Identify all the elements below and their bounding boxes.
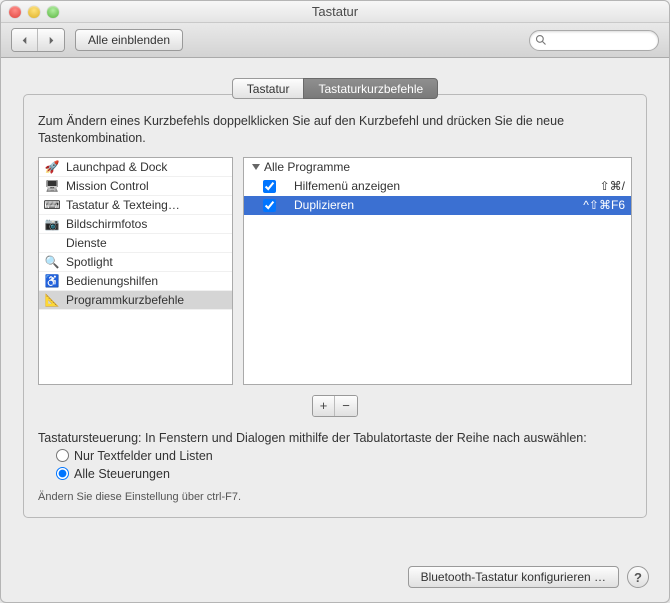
radio-text-only[interactable]: Nur Textfelder und Listen [56, 449, 632, 463]
category-row[interactable]: 📷 Bildschirmfotos [39, 215, 232, 234]
show-all-button[interactable]: Alle einblenden [75, 29, 183, 51]
category-icon [44, 235, 60, 251]
help-button[interactable]: ? [627, 566, 649, 588]
category-row[interactable]: 🚀 Launchpad & Dock [39, 158, 232, 177]
shortcut-keys: ⇧⌘/ [600, 179, 625, 193]
titlebar: Tastatur [1, 1, 669, 23]
search-input[interactable] [529, 30, 659, 51]
category-label: Bedienungshilfen [66, 274, 227, 288]
category-list[interactable]: 🚀 Launchpad & Dock 🖥 Mission Control ⌨ Tastat… [38, 157, 233, 385]
radio-all-input[interactable] [56, 467, 69, 480]
prefs-window: Tastatur Alle einblenden Tastatur [0, 0, 670, 603]
toolbar: Alle einblenden [1, 23, 669, 58]
category-row[interactable]: ⌨ Tastatur & Texteing… [39, 196, 232, 215]
category-label: Mission Control [66, 179, 227, 193]
shortcut-keys: ^⇧⌘F6 [583, 198, 625, 212]
category-icon: ⌨ [44, 197, 60, 213]
search-wrap [529, 30, 659, 51]
category-label: Programmkurzbefehle [66, 293, 227, 307]
category-icon: ♿ [44, 273, 60, 289]
category-label: Tastatur & Texteing… [66, 198, 227, 212]
forward-button[interactable] [38, 29, 64, 51]
shortcut-group-label: Alle Programme [264, 160, 350, 174]
shortcut-row[interactable]: Duplizieren ^⇧⌘F6 [244, 196, 631, 215]
category-label: Dienste [66, 236, 227, 250]
shortcut-checkbox[interactable] [263, 180, 276, 193]
shortcut-group-header[interactable]: Alle Programme [244, 158, 631, 177]
shortcut-list[interactable]: Alle Programme Hilfemenü anzeigen ⇧⌘/ Dupli… [243, 157, 632, 385]
keyboard-control-hint: Ändern Sie diese Einstellung über ctrl-F… [38, 491, 632, 503]
tab-shortcuts[interactable]: Tastaturkurzbefehle [303, 78, 438, 99]
description-text: Zum Ändern eines Kurzbefehls doppelklick… [38, 113, 632, 147]
category-icon: 🚀 [44, 159, 60, 175]
shortcut-checkbox-wrap [262, 179, 276, 193]
add-button[interactable]: + [313, 396, 335, 416]
tab-bar: Tastatur Tastaturkurzbefehle [23, 78, 647, 99]
category-icon: 📷 [44, 216, 60, 232]
shortcut-row[interactable]: Hilfemenü anzeigen ⇧⌘/ [244, 177, 631, 196]
nav-segment [11, 28, 65, 52]
search-icon [535, 34, 547, 46]
category-row[interactable]: 🖥 Mission Control [39, 177, 232, 196]
shortcut-checkbox-wrap [262, 198, 276, 212]
shortcut-label: Hilfemenü anzeigen [284, 179, 592, 193]
addremove-group: + − [38, 395, 632, 417]
category-icon: 🖥 [44, 178, 60, 194]
category-label: Launchpad & Dock [66, 160, 227, 174]
category-label: Spotlight [66, 255, 227, 269]
radio-all[interactable]: Alle Steuerungen [56, 467, 632, 481]
remove-button[interactable]: − [335, 396, 357, 416]
shortcut-label: Duplizieren [284, 198, 575, 212]
lists-container: 🚀 Launchpad & Dock 🖥 Mission Control ⌨ Tastat… [38, 157, 632, 385]
category-label: Bildschirmfotos [66, 217, 227, 231]
shortcut-checkbox[interactable] [263, 199, 276, 212]
category-row[interactable]: 🔍 Spotlight [39, 253, 232, 272]
keyboard-control-section: Tastatursteuerung: In Fenstern und Dialo… [38, 431, 632, 503]
window-title: Tastatur [1, 4, 669, 19]
keyboard-control-heading: Tastatursteuerung: In Fenstern und Dialo… [38, 431, 632, 445]
bluetooth-config-button[interactable]: Bluetooth-Tastatur konfigurieren … [408, 566, 619, 588]
show-all-label: Alle einblenden [88, 33, 170, 47]
category-row[interactable]: 📐 Programmkurzbefehle [39, 291, 232, 310]
content: Tastatur Tastaturkurzbefehle Zum Ändern … [1, 58, 669, 556]
disclosure-triangle-icon[interactable] [252, 164, 260, 170]
back-button[interactable] [12, 29, 38, 51]
category-row[interactable]: ♿ Bedienungshilfen [39, 272, 232, 291]
tab-keyboard[interactable]: Tastatur [232, 78, 304, 99]
radio-text-only-input[interactable] [56, 449, 69, 462]
footer: Bluetooth-Tastatur konfigurieren … ? [1, 556, 669, 602]
pane: Zum Ändern eines Kurzbefehls doppelklick… [23, 94, 647, 518]
category-icon: 🔍 [44, 254, 60, 270]
category-row[interactable]: Dienste [39, 234, 232, 253]
category-icon: 📐 [44, 292, 60, 308]
